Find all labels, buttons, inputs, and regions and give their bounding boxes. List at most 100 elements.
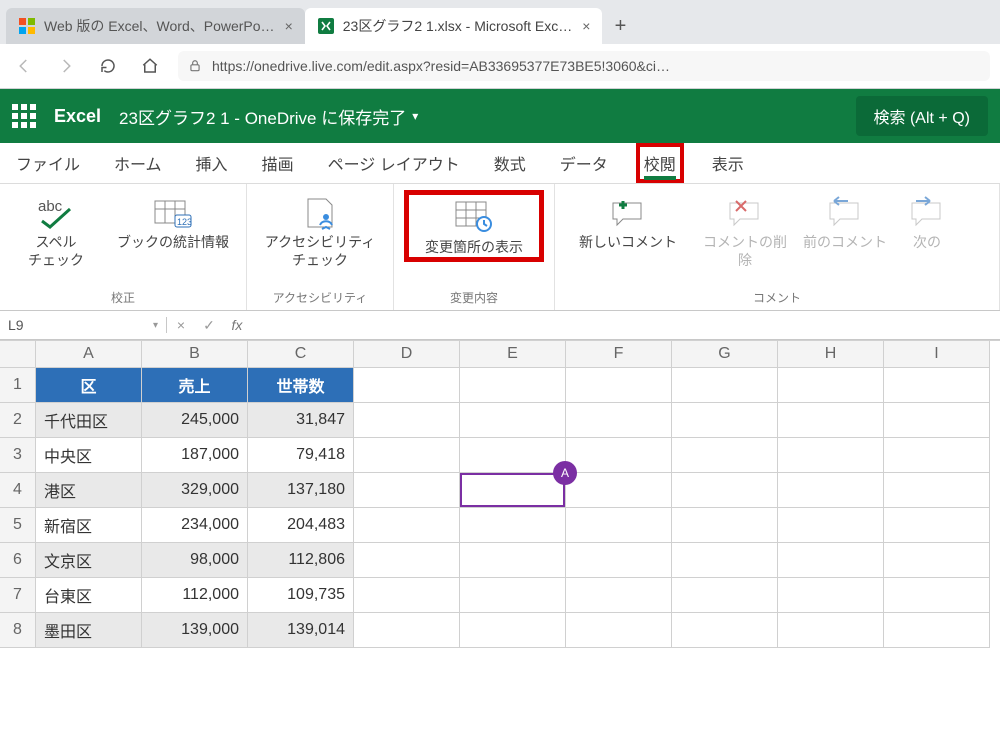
refresh-button[interactable] (94, 52, 122, 80)
cell[interactable] (672, 473, 778, 508)
column-header[interactable]: B (142, 341, 248, 368)
cell[interactable]: 137,180 (248, 473, 354, 508)
cell[interactable] (566, 473, 672, 508)
url-input[interactable]: https://onedrive.live.com/edit.aspx?resi… (178, 51, 990, 81)
cell[interactable] (460, 438, 566, 473)
search-input[interactable]: 検索 (Alt + Q) (856, 96, 988, 136)
cell[interactable] (778, 613, 884, 648)
row-header[interactable]: 5 (0, 508, 36, 543)
show-changes-button[interactable]: 変更箇所の表示 (409, 195, 539, 257)
delete-comment-button[interactable]: コメントの削除 (697, 190, 793, 269)
column-header[interactable]: C (248, 341, 354, 368)
document-status[interactable]: 23区グラフ2 1 - OneDrive に保存完了 ▾ (119, 104, 418, 129)
cell[interactable]: 文京区 (36, 543, 142, 578)
cell[interactable] (354, 403, 460, 438)
home-button[interactable] (136, 52, 164, 80)
cell[interactable]: 98,000 (142, 543, 248, 578)
workbook-stats-button[interactable]: 123 ブックの統計情報 (108, 190, 238, 252)
cell[interactable]: 329,000 (142, 473, 248, 508)
cell[interactable]: 港区 (36, 473, 142, 508)
ribbon-tab-review[interactable]: 校閲 (636, 143, 684, 183)
ribbon-tab-home[interactable]: ホーム (108, 143, 168, 183)
cell[interactable] (672, 438, 778, 473)
ribbon-tab-file[interactable]: ファイル (10, 143, 86, 183)
ribbon-tab-data[interactable]: データ (554, 143, 614, 183)
row-header[interactable]: 2 (0, 403, 36, 438)
cell[interactable] (566, 613, 672, 648)
cell[interactable] (672, 543, 778, 578)
cell[interactable] (778, 543, 884, 578)
column-header[interactable]: F (566, 341, 672, 368)
browser-tab[interactable]: Web 版の Excel、Word、PowerPo… × (6, 8, 305, 44)
row-header[interactable]: 8 (0, 613, 36, 648)
cell[interactable] (778, 368, 884, 403)
cell[interactable] (884, 473, 990, 508)
cell[interactable]: 204,483 (248, 508, 354, 543)
spreadsheet-grid[interactable]: ABCDEFGHI1区売上世帯数2千代田区245,00031,8473中央区18… (0, 340, 1000, 648)
cancel-formula-icon[interactable]: × (167, 317, 195, 333)
cell[interactable] (566, 368, 672, 403)
cell[interactable] (460, 578, 566, 613)
cell[interactable]: 112,000 (142, 578, 248, 613)
row-header[interactable]: 7 (0, 578, 36, 613)
close-icon[interactable]: × (580, 18, 592, 34)
cell[interactable] (566, 403, 672, 438)
select-all-corner[interactable] (0, 341, 36, 368)
cell[interactable] (460, 613, 566, 648)
cell[interactable]: 中央区 (36, 438, 142, 473)
column-header[interactable]: H (778, 341, 884, 368)
forward-button[interactable] (52, 52, 80, 80)
cell[interactable] (884, 403, 990, 438)
cell[interactable]: 79,418 (248, 438, 354, 473)
cell[interactable]: 245,000 (142, 403, 248, 438)
browser-tab-active[interactable]: 23区グラフ2 1.xlsx - Microsoft Exc… × (305, 8, 603, 44)
new-comment-button[interactable]: 新しいコメント (563, 190, 693, 252)
next-comment-button[interactable]: 次の (897, 190, 957, 252)
cell[interactable] (672, 613, 778, 648)
cell[interactable]: 新宿区 (36, 508, 142, 543)
cell[interactable] (566, 543, 672, 578)
cell[interactable]: 世帯数 (248, 368, 354, 403)
ribbon-tab-insert[interactable]: 挿入 (190, 143, 234, 183)
column-header[interactable]: I (884, 341, 990, 368)
cell[interactable] (566, 578, 672, 613)
accessibility-check-button[interactable]: アクセシビリティ チェック (255, 190, 385, 269)
cell[interactable]: 台東区 (36, 578, 142, 613)
cell[interactable] (460, 368, 566, 403)
cell[interactable]: 区 (36, 368, 142, 403)
column-header[interactable]: A (36, 341, 142, 368)
column-header[interactable]: G (672, 341, 778, 368)
cell[interactable] (354, 368, 460, 403)
new-tab-button[interactable]: + (602, 8, 638, 44)
ribbon-tab-view[interactable]: 表示 (706, 143, 750, 183)
cell[interactable] (884, 368, 990, 403)
cell[interactable] (672, 403, 778, 438)
cell[interactable] (884, 578, 990, 613)
cell[interactable] (778, 508, 884, 543)
cell[interactable] (884, 508, 990, 543)
cell[interactable]: 墨田区 (36, 613, 142, 648)
cell[interactable] (778, 473, 884, 508)
cell[interactable]: A (460, 473, 566, 508)
column-header[interactable]: D (354, 341, 460, 368)
cell[interactable] (460, 508, 566, 543)
cell[interactable] (566, 508, 672, 543)
ribbon-tab-formulas[interactable]: 数式 (488, 143, 532, 183)
cell[interactable]: 千代田区 (36, 403, 142, 438)
app-launcher-icon[interactable] (12, 104, 36, 128)
cell[interactable] (778, 403, 884, 438)
row-header[interactable]: 3 (0, 438, 36, 473)
cell[interactable] (778, 438, 884, 473)
cell[interactable]: 139,014 (248, 613, 354, 648)
cell[interactable] (884, 543, 990, 578)
row-header[interactable]: 1 (0, 368, 36, 403)
cell[interactable] (354, 578, 460, 613)
cell[interactable]: 187,000 (142, 438, 248, 473)
ribbon-tab-page-layout[interactable]: ページ レイアウト (322, 143, 466, 183)
cell[interactable]: 112,806 (248, 543, 354, 578)
cell[interactable] (672, 508, 778, 543)
cell[interactable]: 109,735 (248, 578, 354, 613)
cell[interactable] (354, 473, 460, 508)
cell[interactable] (566, 438, 672, 473)
column-header[interactable]: E (460, 341, 566, 368)
